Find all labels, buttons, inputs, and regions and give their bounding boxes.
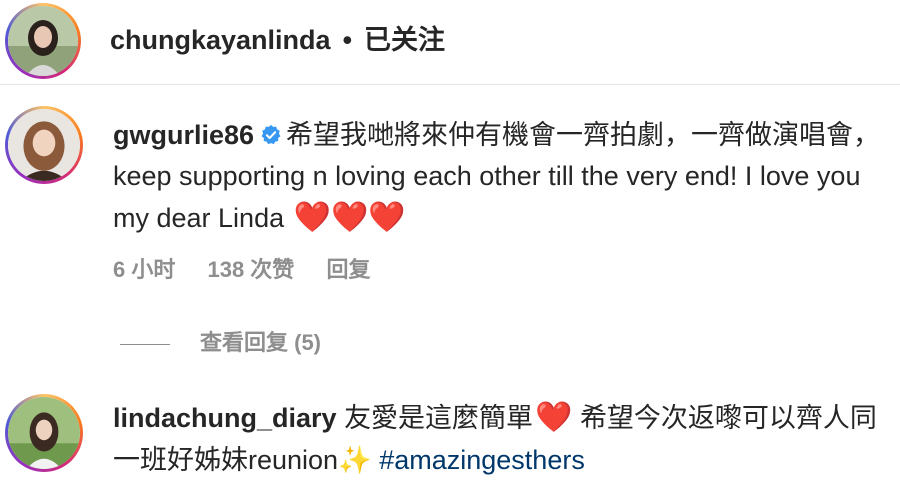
comment-avatar-image <box>8 397 80 469</box>
replies-divider-line <box>120 343 170 345</box>
verified-badge-icon <box>261 124 281 145</box>
comment-avatar-image <box>8 109 80 181</box>
separator-dot: • <box>342 25 353 55</box>
author-username[interactable]: chungkayanlinda <box>110 25 331 55</box>
comment-avatar-gwgurlie86[interactable] <box>5 106 83 184</box>
comment-time: 6 小时 <box>113 257 176 282</box>
sparkles-emoji-icon: ✨ <box>338 445 372 475</box>
hashtag-link[interactable]: #amazingesthers <box>379 445 585 475</box>
view-replies-label[interactable]: 查看回复 (5) <box>200 330 321 355</box>
author-avatar[interactable] <box>5 3 81 79</box>
author-avatar-image <box>8 6 78 76</box>
heart-emoji-icon: ❤️ <box>535 401 573 434</box>
comment-text-part1: 友愛是這麼簡單 <box>344 403 534 433</box>
comment-text-block: gwgurlie86 希望我哋將來仲有機會一齊拍劇，一齊做演唱會，keep sup… <box>113 115 893 239</box>
instagram-comment-view: chungkayanlinda • 已关注 gwgurlie86 希望我哋將來仲有機會… <box>0 0 900 502</box>
post-header: chungkayanlinda • 已关注 <box>0 0 900 85</box>
view-replies-button[interactable]: 查看回复 (5) <box>120 325 321 357</box>
heart-emoji-icon: ❤️❤️❤️ <box>293 201 406 234</box>
comment-likes[interactable]: 138 次赞 <box>207 257 294 282</box>
comment-username[interactable]: lindachung_diary <box>113 403 337 433</box>
comment-meta: 6 小时 138 次赞 回复 <box>113 252 396 284</box>
follow-status[interactable]: 已关注 <box>364 25 445 55</box>
comment-username[interactable]: gwgurlie86 <box>113 120 254 150</box>
header-text: chungkayanlinda • 已关注 <box>110 18 445 57</box>
comment-avatar-lindachung-diary[interactable] <box>5 394 83 472</box>
comment-text-block: lindachung_diary 友愛是這麼簡單❤️ 希望今次返嚟可以齊人同一班… <box>113 397 893 481</box>
reply-button[interactable]: 回复 <box>326 257 370 282</box>
